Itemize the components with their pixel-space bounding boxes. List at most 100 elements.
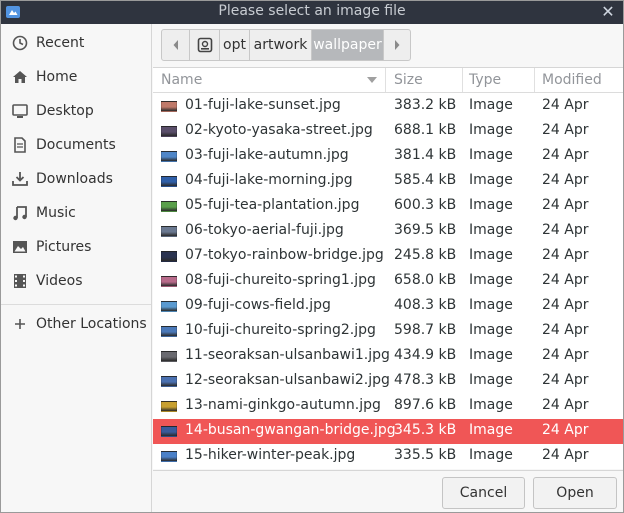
file-type: Image — [469, 447, 513, 463]
sidebar-item-label: Videos — [36, 273, 83, 289]
file-modified: 24 Apr — [542, 422, 589, 438]
file-row[interactable]: 02-kyoto-yasaka-street.jpg 688.1 kB Image 2… — [153, 119, 623, 144]
chevron-left-icon — [173, 40, 178, 50]
file-row[interactable]: 14-busan-gwangan-bridge.jpg 345.3 kB Image… — [153, 419, 623, 444]
open-button[interactable]: Open — [533, 477, 617, 509]
file-name: 11-seoraksan-ulsanbawi1.jpg — [185, 347, 390, 363]
file-row[interactable]: 06-tokyo-aerial-fuji.jpg 369.5 kB Image 24 … — [153, 219, 623, 244]
file-name: 01-fuji-lake-sunset.jpg — [185, 97, 341, 113]
file-name: 02-kyoto-yasaka-street.jpg — [185, 122, 373, 138]
file-row[interactable]: 07-tokyo-rainbow-bridge.jpg 245.8 kB Image… — [153, 244, 623, 269]
file-type: Image — [469, 122, 513, 138]
file-row[interactable]: 12-seoraksan-ulsanbawi2.jpg 478.3 kB Image… — [153, 369, 623, 394]
path-segment-opt[interactable]: opt — [220, 30, 250, 60]
sidebar-item-label: Recent — [36, 35, 85, 51]
file-name: 14-busan-gwangan-bridge.jpg — [185, 422, 396, 438]
drive-icon — [197, 37, 212, 53]
sidebar-item-label: Other Locations — [36, 316, 147, 332]
image-thumbnail-icon — [161, 326, 177, 337]
file-modified: 24 Apr — [542, 447, 589, 463]
column-header: Name Size Type Modified — [153, 68, 623, 93]
file-row[interactable]: 08-fuji-chureito-spring1.jpg 658.0 kB Imag… — [153, 269, 623, 294]
path-root-button[interactable] — [190, 30, 220, 60]
sidebar-item-other-locations[interactable]: Other Locations — [1, 307, 151, 341]
file-name: 10-fuji-chureito-spring2.jpg — [185, 322, 376, 338]
file-row[interactable]: 09-fuji-cows-field.jpg 408.3 kB Image 24 Ap… — [153, 294, 623, 319]
path-bar: opt artwork wallpaper — [161, 29, 411, 61]
file-type: Image — [469, 197, 513, 213]
clock-icon — [12, 35, 28, 51]
plus-icon — [15, 319, 25, 329]
file-name: 12-seoraksan-ulsanbawi2.jpg — [185, 372, 390, 388]
file-row[interactable]: 11-seoraksan-ulsanbawi1.jpg 434.9 kB Image… — [153, 344, 623, 369]
column-size-header[interactable]: Size — [394, 72, 423, 88]
image-thumbnail-icon — [161, 376, 177, 387]
file-size: 585.4 kB — [394, 172, 457, 188]
path-forward-button[interactable] — [384, 30, 410, 60]
image-thumbnail-icon — [161, 201, 177, 212]
sidebar-divider — [1, 304, 151, 305]
file-modified: 24 Apr — [542, 372, 589, 388]
file-name: 15-hiker-winter-peak.jpg — [185, 447, 356, 463]
file-row[interactable]: 13-nami-ginkgo-autumn.jpg 897.6 kB Image 24… — [153, 394, 623, 419]
image-thumbnail-icon — [161, 126, 177, 137]
places-sidebar: Recent Home Desktop Documents Downloads … — [1, 24, 152, 512]
column-divider — [534, 68, 535, 92]
file-type: Image — [469, 422, 513, 438]
home-icon — [13, 71, 27, 83]
image-thumbnail-icon — [161, 101, 177, 112]
window-title: Please select an image file — [218, 3, 406, 19]
file-type: Image — [469, 172, 513, 188]
file-size: 658.0 kB — [394, 272, 457, 288]
file-type: Image — [469, 297, 513, 313]
sidebar-item-downloads[interactable]: Downloads — [1, 162, 151, 196]
column-modified-header[interactable]: Modified — [542, 72, 602, 88]
column-name-header[interactable]: Name — [161, 72, 202, 88]
sidebar-item-pictures[interactable]: Pictures — [1, 230, 151, 264]
path-segment-artwork[interactable]: artwork — [250, 30, 312, 60]
column-type-header[interactable]: Type — [469, 72, 501, 88]
image-thumbnail-icon — [161, 226, 177, 237]
sidebar-item-recent[interactable]: Recent — [1, 26, 151, 60]
file-modified: 24 Apr — [542, 397, 589, 413]
sidebar-item-documents[interactable]: Documents — [1, 128, 151, 162]
file-row[interactable]: 01-fuji-lake-sunset.jpg 383.2 kB Image 24 A… — [153, 94, 623, 119]
sidebar-item-label: Pictures — [36, 239, 92, 255]
file-size: 345.3 kB — [394, 422, 457, 438]
image-thumbnail-icon — [161, 451, 177, 462]
sidebar-item-desktop[interactable]: Desktop — [1, 94, 151, 128]
file-type: Image — [469, 147, 513, 163]
sidebar-item-home[interactable]: Home — [1, 60, 151, 94]
file-type: Image — [469, 372, 513, 388]
image-thumbnail-icon — [161, 401, 177, 412]
file-row[interactable]: 10-fuji-chureito-spring2.jpg 598.7 kB Imag… — [153, 319, 623, 344]
file-type: Image — [469, 222, 513, 238]
file-size: 688.1 kB — [394, 122, 457, 138]
image-thumbnail-icon — [161, 276, 177, 287]
file-row[interactable]: 03-fuji-lake-autumn.jpg 381.4 kB Image 24 A… — [153, 144, 623, 169]
file-size: 369.5 kB — [394, 222, 457, 238]
sidebar-item-music[interactable]: Music — [1, 196, 151, 230]
file-row[interactable]: 05-fuji-tea-plantation.jpg 600.3 kB Image 2… — [153, 194, 623, 219]
file-row[interactable]: 04-fuji-lake-morning.jpg 585.4 kB Image 24 … — [153, 169, 623, 194]
close-icon[interactable]: ✕ — [599, 3, 617, 21]
file-type: Image — [469, 397, 513, 413]
file-modified: 24 Apr — [542, 297, 589, 313]
path-back-button[interactable] — [162, 30, 190, 60]
sidebar-item-label: Music — [36, 205, 76, 221]
column-divider — [462, 68, 463, 92]
image-thumbnail-icon — [161, 251, 177, 262]
file-size: 598.7 kB — [394, 322, 457, 338]
chevron-right-icon — [395, 40, 400, 50]
file-modified: 24 Apr — [542, 97, 589, 113]
file-modified: 24 Apr — [542, 172, 589, 188]
sidebar-item-videos[interactable]: Videos — [1, 264, 151, 298]
file-size: 600.3 kB — [394, 197, 457, 213]
cancel-button[interactable]: Cancel — [442, 477, 525, 509]
file-type: Image — [469, 272, 513, 288]
sidebar-item-label: Downloads — [36, 171, 113, 187]
desktop-icon — [12, 104, 28, 118]
file-modified: 24 Apr — [542, 247, 589, 263]
path-segment-wallpaper[interactable]: wallpaper — [312, 30, 384, 60]
file-row[interactable]: 15-hiker-winter-peak.jpg 335.5 kB Image 24 … — [153, 444, 623, 469]
